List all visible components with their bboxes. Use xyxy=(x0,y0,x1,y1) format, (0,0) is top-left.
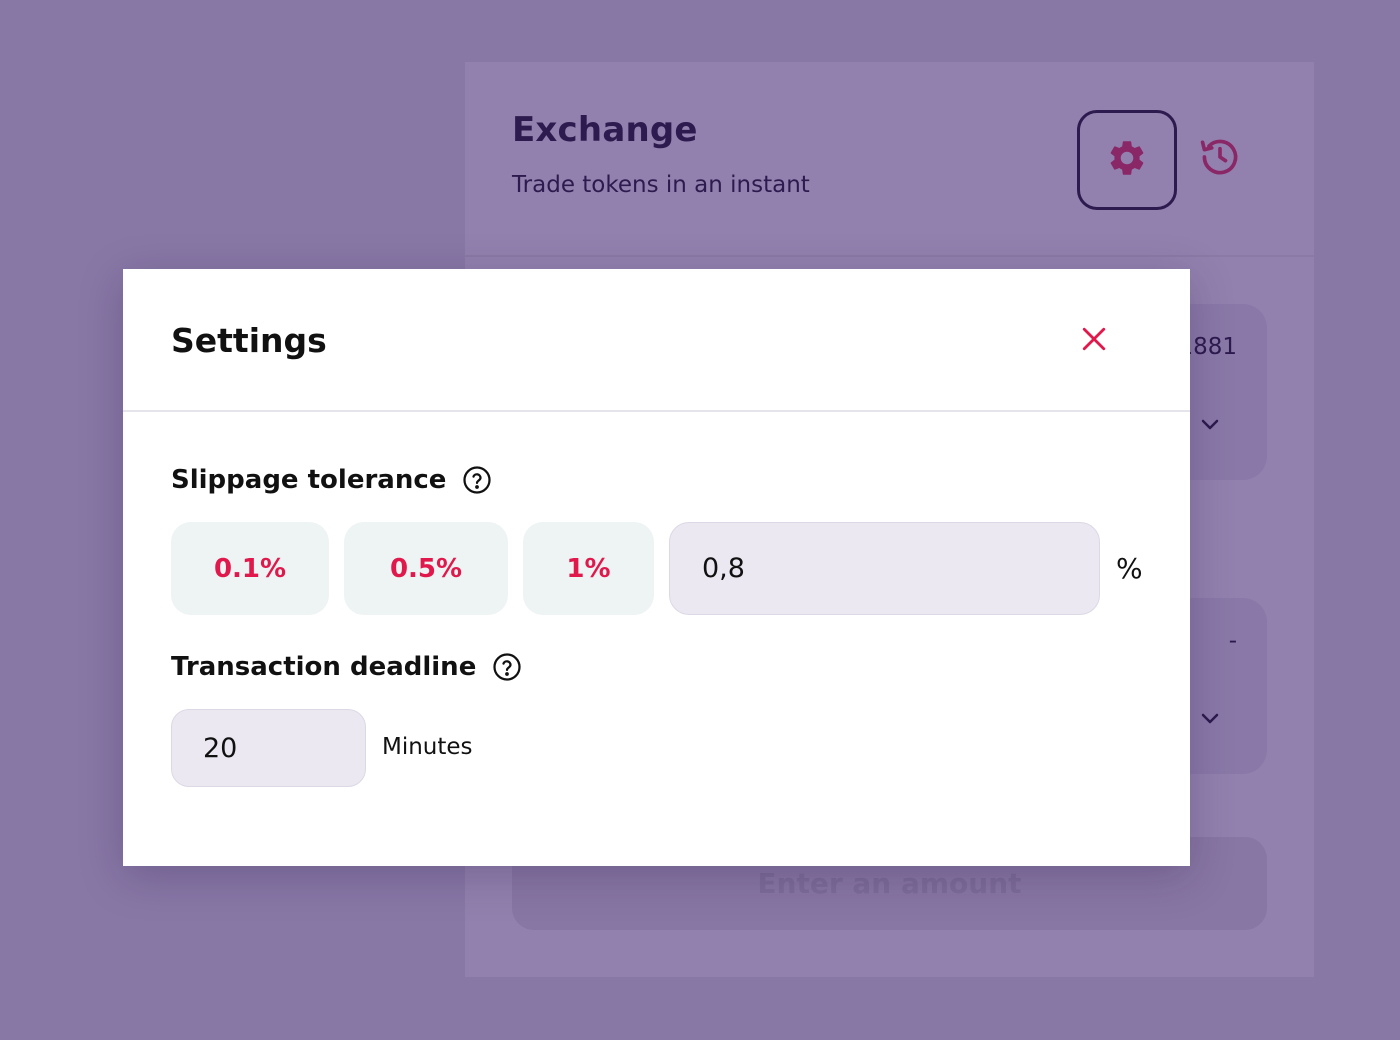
slippage-preset-0-5[interactable]: 0.5% xyxy=(344,522,508,615)
modal-header: Settings xyxy=(123,269,1190,412)
question-icon[interactable] xyxy=(492,652,522,682)
history-icon xyxy=(1198,135,1242,183)
exchange-title: Exchange xyxy=(512,110,698,150)
settings-modal: Settings Slippage tolerance 0.1% 0.5% 1%… xyxy=(123,269,1190,866)
to-balance: - xyxy=(1228,628,1237,654)
slippage-preset-1[interactable]: 1% xyxy=(523,522,654,615)
close-button[interactable] xyxy=(1078,325,1110,357)
history-button[interactable] xyxy=(1198,137,1242,181)
chevron-down-icon[interactable] xyxy=(1198,412,1222,436)
percent-unit: % xyxy=(1116,552,1143,585)
slippage-label-text: Slippage tolerance xyxy=(171,465,447,495)
slippage-label: Slippage tolerance xyxy=(171,465,492,495)
settings-button[interactable] xyxy=(1077,110,1177,210)
close-icon xyxy=(1081,326,1107,356)
slippage-preset-0-1[interactable]: 0.1% xyxy=(171,522,329,615)
modal-title: Settings xyxy=(171,321,327,360)
exchange-header: Exchange Trade tokens in an instant xyxy=(465,62,1314,257)
exchange-subtitle: Trade tokens in an instant xyxy=(512,172,810,198)
slippage-custom-input[interactable]: 0,8 xyxy=(669,522,1100,615)
deadline-label: Transaction deadline xyxy=(171,652,522,682)
gear-icon xyxy=(1106,137,1148,183)
deadline-label-text: Transaction deadline xyxy=(171,652,477,682)
chevron-down-icon[interactable] xyxy=(1198,706,1222,730)
minutes-unit: Minutes xyxy=(382,734,473,760)
question-icon[interactable] xyxy=(462,465,492,495)
deadline-input[interactable]: 20 xyxy=(171,709,366,787)
